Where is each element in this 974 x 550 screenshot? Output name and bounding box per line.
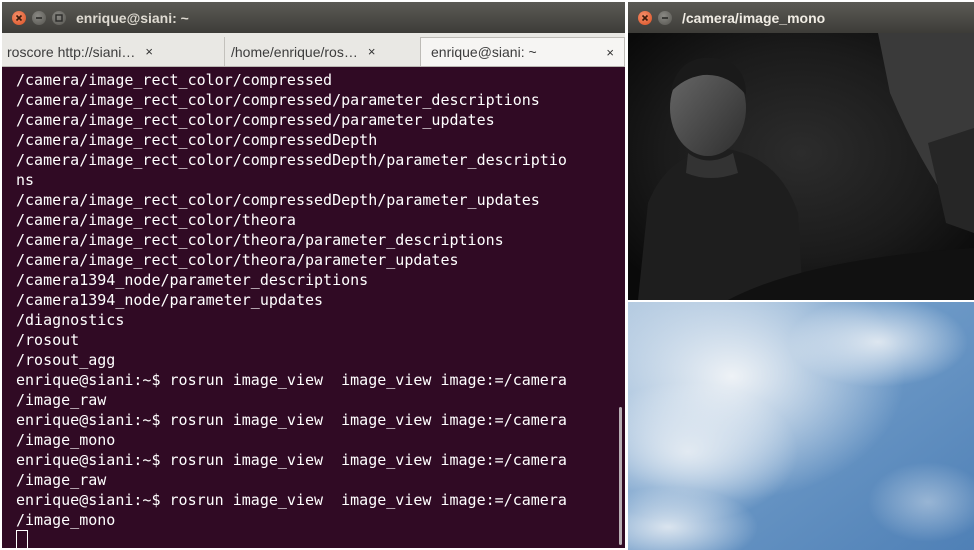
tab-bar: roscore http://siani… × /home/enrique/ro… <box>2 33 625 67</box>
terminal-line: /image_mono <box>16 511 116 529</box>
tab-close-icon[interactable]: × <box>368 44 376 59</box>
close-window-button[interactable] <box>638 10 652 25</box>
minimize-icon <box>36 16 42 19</box>
terminal-window-title: enrique@siani: ~ <box>76 9 189 26</box>
terminal-line: /image_raw <box>16 391 107 409</box>
minimize-window-button[interactable] <box>32 10 46 25</box>
terminal-line: /camera/image_rect_color/compressedDepth… <box>16 191 540 209</box>
terminal-line: /rosout_agg <box>16 351 116 369</box>
tab-close-icon[interactable]: × <box>145 44 153 59</box>
terminal-line: /camera1394_node/parameter_descriptions <box>16 271 369 289</box>
terminal-line: /camera/image_rect_color/compressedDepth <box>16 131 378 149</box>
tab-active-shell[interactable]: enrique@siani: ~ × <box>420 37 625 66</box>
terminal-scrollbar[interactable] <box>619 407 622 545</box>
terminal-line: /diagnostics <box>16 311 125 329</box>
terminal-line: /image_raw <box>16 471 107 489</box>
image-window-titlebar[interactable]: /camera/image_mono <box>628 2 974 33</box>
terminal-window: enrique@siani: ~ roscore http://siani… ×… <box>2 2 625 548</box>
mono-camera-image <box>628 33 974 300</box>
terminal-line: /camera/image_rect_color/compressed/para… <box>16 91 540 109</box>
terminal-cursor <box>16 530 28 548</box>
terminal-line: /camera/image_rect_color/theora <box>16 211 296 229</box>
terminal-line: /rosout <box>16 331 80 349</box>
minimize-window-button[interactable] <box>658 10 672 25</box>
terminal-prompt-line[interactable] <box>16 530 625 548</box>
close-icon <box>15 14 23 21</box>
maximize-icon <box>55 13 63 22</box>
terminal-line: /camera/image_rect_color/compressed/para… <box>16 111 495 129</box>
terminal-line: /camera/image_rect_color/theora/paramete… <box>16 251 459 269</box>
terminal-titlebar[interactable]: enrique@siani: ~ <box>2 2 625 33</box>
close-icon <box>641 14 649 21</box>
sky-image-illustration <box>628 302 974 550</box>
terminal-line: /camera/image_rect_color/compressed <box>16 71 333 89</box>
tab-label: roscore http://siani… <box>7 43 136 60</box>
tab-label: enrique@siani: ~ <box>431 44 537 60</box>
tab-label: /home/enrique/ros… <box>231 43 358 60</box>
image-window-title: /camera/image_mono <box>682 9 826 26</box>
terminal-output[interactable]: /camera/image_rect_color/compressed/came… <box>2 67 625 548</box>
terminal-line: enrique@siani:~$ rosrun image_view image… <box>16 451 567 469</box>
terminal-line: /image_mono <box>16 431 116 449</box>
terminal-line: /camera/image_rect_color/theora/paramete… <box>16 231 504 249</box>
terminal-line: /camera/image_rect_color/compressedDepth… <box>16 151 567 169</box>
terminal-line: /camera1394_node/parameter_updates <box>16 291 324 309</box>
raw-camera-image-window <box>628 302 974 550</box>
camera-frame-illustration <box>628 33 974 300</box>
image-view-window: /camera/image_mono <box>628 2 974 300</box>
tab-home-enrique[interactable]: /home/enrique/ros… × <box>224 37 419 66</box>
close-window-button[interactable] <box>12 10 26 25</box>
maximize-window-button[interactable] <box>52 10 66 25</box>
minimize-icon <box>662 16 668 19</box>
terminal-line: enrique@siani:~$ rosrun image_view image… <box>16 491 567 509</box>
terminal-line: enrique@siani:~$ rosrun image_view image… <box>16 411 567 429</box>
tab-roscore[interactable]: roscore http://siani… × <box>7 37 219 66</box>
tab-close-icon[interactable]: × <box>606 45 614 60</box>
terminal-line: enrique@siani:~$ rosrun image_view image… <box>16 371 567 389</box>
terminal-line: ns <box>16 171 35 189</box>
